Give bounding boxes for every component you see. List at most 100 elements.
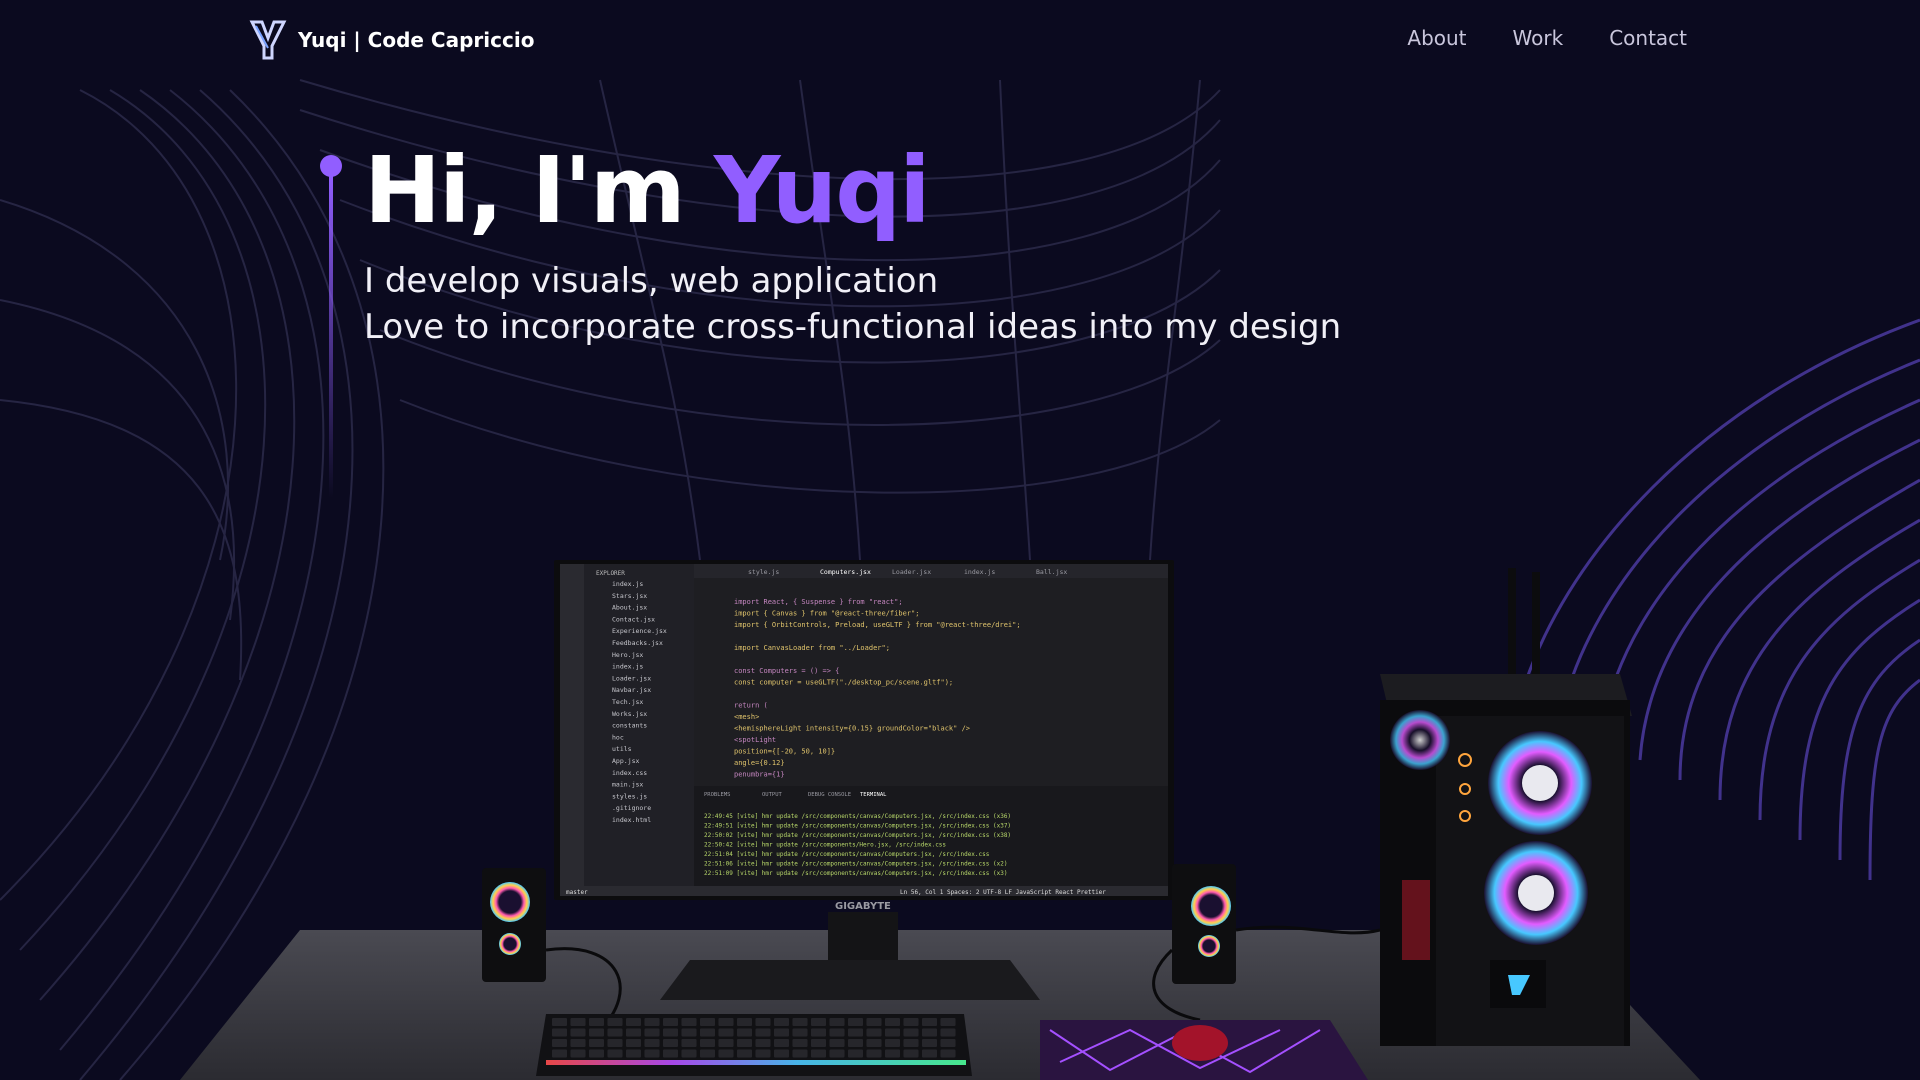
keyboard-key: [718, 1028, 734, 1037]
panel-tab: OUTPUT: [762, 792, 783, 798]
keyboard-key: [570, 1039, 586, 1047]
explorer-file: About.jsx: [612, 604, 647, 612]
editor-tab: index.js: [964, 568, 995, 576]
code-line: import { OrbitControls, Preload, useGLTF…: [734, 621, 1021, 629]
status-info: Ln 56, Col 1 Spaces: 2 UTF-8 LF JavaScri…: [900, 889, 1106, 896]
explorer-file: utils: [612, 745, 632, 753]
terminal-line: 22:50:42 [vite] hmr update /src/componen…: [704, 842, 946, 849]
keyboard-key: [626, 1028, 641, 1037]
keyboard-key: [644, 1018, 660, 1026]
keyboard-key: [607, 1028, 623, 1037]
keyboard-key: [700, 1018, 715, 1026]
keyboard-key: [903, 1049, 919, 1058]
code-line: import React, { Suspense } from "react";: [734, 598, 903, 606]
keyboard-key: [922, 1039, 937, 1047]
keyboard-key: [811, 1039, 826, 1047]
explorer-file: styles.js: [612, 792, 647, 800]
desktop-pc-3d-canvas[interactable]: EXPLORER index.js Stars.jsx About.jsx Conta…: [0, 520, 1920, 1080]
nav-links: About Work Contact: [1407, 26, 1687, 50]
keyboard-key: [700, 1049, 715, 1058]
keyboard-key: [848, 1039, 863, 1047]
hero-greeting: Hi, I'm: [364, 137, 714, 244]
keyboard-key: [681, 1039, 697, 1047]
keyboard-key: [940, 1018, 956, 1026]
terminal-line: 22:49:45 [vite] hmr update /src/componen…: [704, 813, 1011, 820]
explorer-file: index.css: [612, 769, 647, 777]
explorer-file: Stars.jsx: [612, 592, 647, 600]
keyboard-key: [792, 1049, 808, 1058]
editor-tab: Computers.jsx: [820, 568, 871, 576]
hero-line-1: I develop visuals, web application: [364, 261, 939, 301]
panel-tab: TERMINAL: [860, 792, 887, 798]
nav-link-about[interactable]: About: [1407, 26, 1466, 50]
nav-link-work[interactable]: Work: [1513, 26, 1564, 50]
keyboard-key: [811, 1049, 826, 1058]
keyboard-key: [940, 1049, 956, 1058]
terminal-line: 22:51:06 [vite] hmr update /src/componen…: [704, 861, 1007, 868]
keyboard-key: [663, 1018, 678, 1026]
keyboard-key: [755, 1028, 771, 1037]
keyboard-key: [681, 1028, 697, 1037]
monitor-brand: GIGABYTE: [835, 901, 891, 912]
keyboard-key: [922, 1028, 937, 1037]
terminal-line: 22:51:04 [vite] hmr update /src/componen…: [704, 851, 990, 858]
code-line: <spotLight: [734, 736, 776, 744]
keyboard-key: [774, 1028, 789, 1037]
keyboard-key: [755, 1018, 771, 1026]
explorer-file: constants: [612, 722, 647, 730]
keyboard-key: [940, 1039, 956, 1047]
keyboard-key: [700, 1028, 715, 1037]
keyboard-key: [940, 1028, 956, 1037]
keyboard-key: [848, 1018, 863, 1026]
keyboard-key: [848, 1028, 863, 1037]
navbar: Yuqi | Code Capriccio About Work Contact: [0, 0, 1920, 80]
keyboard-key: [552, 1028, 567, 1037]
home-logo-link[interactable]: Yuqi | Code Capriccio: [248, 18, 534, 62]
terminal-line: 22:51:09 [vite] hmr update /src/componen…: [704, 870, 1007, 877]
keyboard-key: [589, 1018, 604, 1026]
explorer-file: Contact.jsx: [612, 615, 655, 623]
terminal-line: 22:50:02 [vite] hmr update /src/componen…: [704, 832, 1011, 839]
left-speaker: [482, 868, 546, 982]
code-line: <mesh>: [734, 713, 759, 721]
keyboard-key: [755, 1039, 771, 1047]
keyboard-key: [626, 1018, 641, 1026]
keyboard-key: [552, 1049, 567, 1058]
keyboard-key: [792, 1028, 808, 1037]
keyboard-key: [885, 1039, 900, 1047]
explorer-file: main.jsx: [612, 781, 643, 789]
keyboard-key: [663, 1039, 678, 1047]
nav-link-contact[interactable]: Contact: [1609, 26, 1687, 50]
keyboard-key: [866, 1039, 882, 1047]
code-line: return (: [734, 702, 768, 710]
code-line: import { Canvas } from "@react-three/fib…: [734, 610, 919, 618]
logo-icon: [249, 20, 287, 60]
panel-tab: DEBUG CONSOLE: [808, 792, 851, 798]
keyboard-key: [570, 1028, 586, 1037]
explorer-file: Tech.jsx: [612, 698, 643, 706]
keyboard-key: [607, 1018, 623, 1026]
keyboard-key: [589, 1039, 604, 1047]
explorer-file: Hero.jsx: [612, 651, 643, 659]
keyboard-key: [885, 1049, 900, 1058]
keyboard-key: [718, 1039, 734, 1047]
hero-line-2: Love to incorporate cross-functional ide…: [364, 307, 1342, 347]
explorer-file: Works.jsx: [612, 710, 647, 718]
keyboard-key: [700, 1039, 715, 1047]
keyboard-key: [589, 1028, 604, 1037]
explorer-title: EXPLORER: [596, 570, 625, 577]
keyboard-key: [663, 1049, 678, 1058]
keyboard-key: [866, 1028, 882, 1037]
keyboard-key: [774, 1018, 789, 1026]
keyboard-key: [737, 1028, 752, 1037]
keyboard-key: [644, 1039, 660, 1047]
keyboard-key: [552, 1039, 567, 1047]
keyboard-key: [607, 1039, 623, 1047]
keyboard-key: [755, 1049, 771, 1058]
keyboard-key: [829, 1018, 845, 1026]
brand-name: Yuqi | Code Capriccio: [298, 28, 535, 52]
hero-title: Hi, I'm Yuqi: [364, 136, 931, 246]
keyboard-key: [644, 1028, 660, 1037]
editor-tab: Loader.jsx: [892, 568, 931, 576]
keyboard-key: [829, 1039, 845, 1047]
